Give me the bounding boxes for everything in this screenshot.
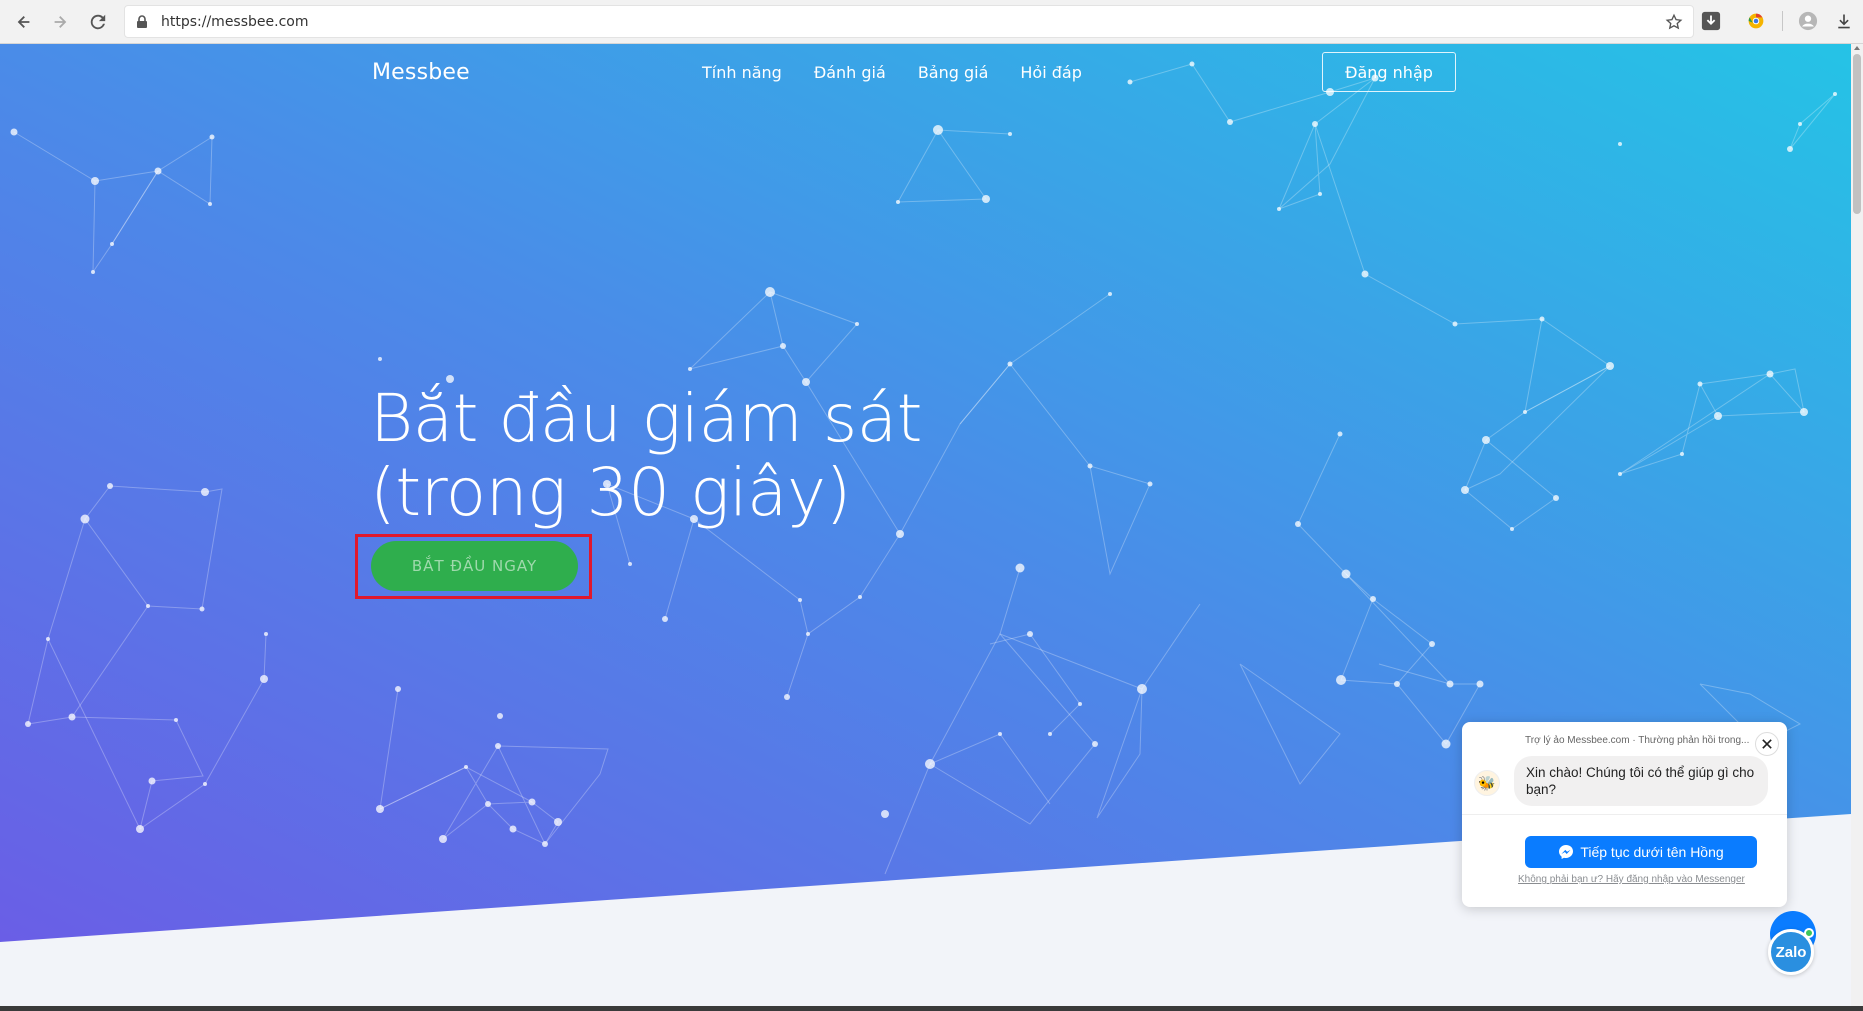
toolbar-separator: [1782, 11, 1783, 31]
login-button[interactable]: Đăng nhập: [1322, 52, 1456, 92]
profile-button[interactable]: [1797, 10, 1819, 32]
star-icon[interactable]: [1665, 13, 1683, 31]
menu-item-pricing[interactable]: Bảng giá: [918, 63, 989, 82]
page-scrollbar[interactable]: [1851, 44, 1863, 1006]
menu-item-reviews[interactable]: Đánh giá: [814, 63, 886, 82]
bottom-edge-bar: [0, 1006, 1863, 1011]
chat-meta-text: Trợ lý ảo Messbee.com · Thường phản hồi …: [1525, 735, 1750, 746]
continue-as-label: Tiếp tục dưới tên Hồng: [1580, 844, 1724, 860]
hero-headline-line1: Bắt đầu giám sát: [370, 380, 923, 457]
download-icon: [1838, 14, 1850, 29]
chat-greeting-bubble: Xin chào! Chúng tôi có thể giúp gì cho b…: [1514, 756, 1768, 806]
zalo-online-dot: [1804, 928, 1814, 938]
profile-icon: [1798, 11, 1818, 31]
chrome-extension-icon: [1748, 13, 1764, 29]
hero-headline: Bắt đầu giám sát (trong 30 giây): [370, 380, 923, 531]
reload-icon: [90, 14, 106, 30]
scrollbar-thumb[interactable]: [1853, 54, 1861, 214]
menu-item-faq[interactable]: Hỏi đáp: [1020, 63, 1081, 82]
chat-close-button[interactable]: [1755, 732, 1779, 756]
main-menu: Tính năng Đánh giá Bảng giá Hỏi đáp: [702, 63, 1114, 82]
forward-button[interactable]: [46, 8, 74, 36]
chat-divider: [1462, 814, 1787, 815]
messenger-chat-popup: Trợ lý ảo Messbee.com · Thường phản hồi …: [1462, 722, 1787, 907]
reload-button[interactable]: [84, 8, 112, 36]
chrome-extension-button[interactable]: [1745, 10, 1767, 32]
hero-headline-line2: (trong 30 giây): [370, 454, 851, 531]
start-now-button[interactable]: BẮT ĐẦU NGAY: [371, 541, 578, 591]
lock-icon: [137, 15, 147, 28]
address-bar[interactable]: https://messbee.com: [124, 5, 1694, 38]
not-you-link[interactable]: Không phải bạn ư? Hãy đăng nhập vào Mess…: [1518, 874, 1745, 885]
bee-avatar-icon: 🐝: [1474, 770, 1500, 796]
menu-item-features[interactable]: Tính năng: [702, 63, 782, 82]
back-button[interactable]: [10, 8, 38, 36]
continue-as-button[interactable]: Tiếp tục dưới tên Hồng: [1525, 836, 1757, 868]
download-extension-icon: [1701, 11, 1721, 31]
close-icon: [1762, 739, 1772, 749]
scroll-up-arrow-icon[interactable]: [1853, 44, 1861, 52]
brand-logo[interactable]: Messbee: [372, 60, 470, 85]
web-page: Messbee Tính năng Đánh giá Bảng giá Hỏi …: [0, 44, 1851, 1006]
browser-toolbar: https://messbee.com: [0, 0, 1863, 44]
back-arrow-icon: [17, 16, 30, 28]
download-extension-button[interactable]: [1700, 10, 1722, 32]
downloads-button[interactable]: [1833, 10, 1855, 32]
url-text: https://messbee.com: [161, 14, 309, 30]
messenger-icon: [1559, 845, 1574, 859]
forward-arrow-icon: [54, 16, 67, 28]
